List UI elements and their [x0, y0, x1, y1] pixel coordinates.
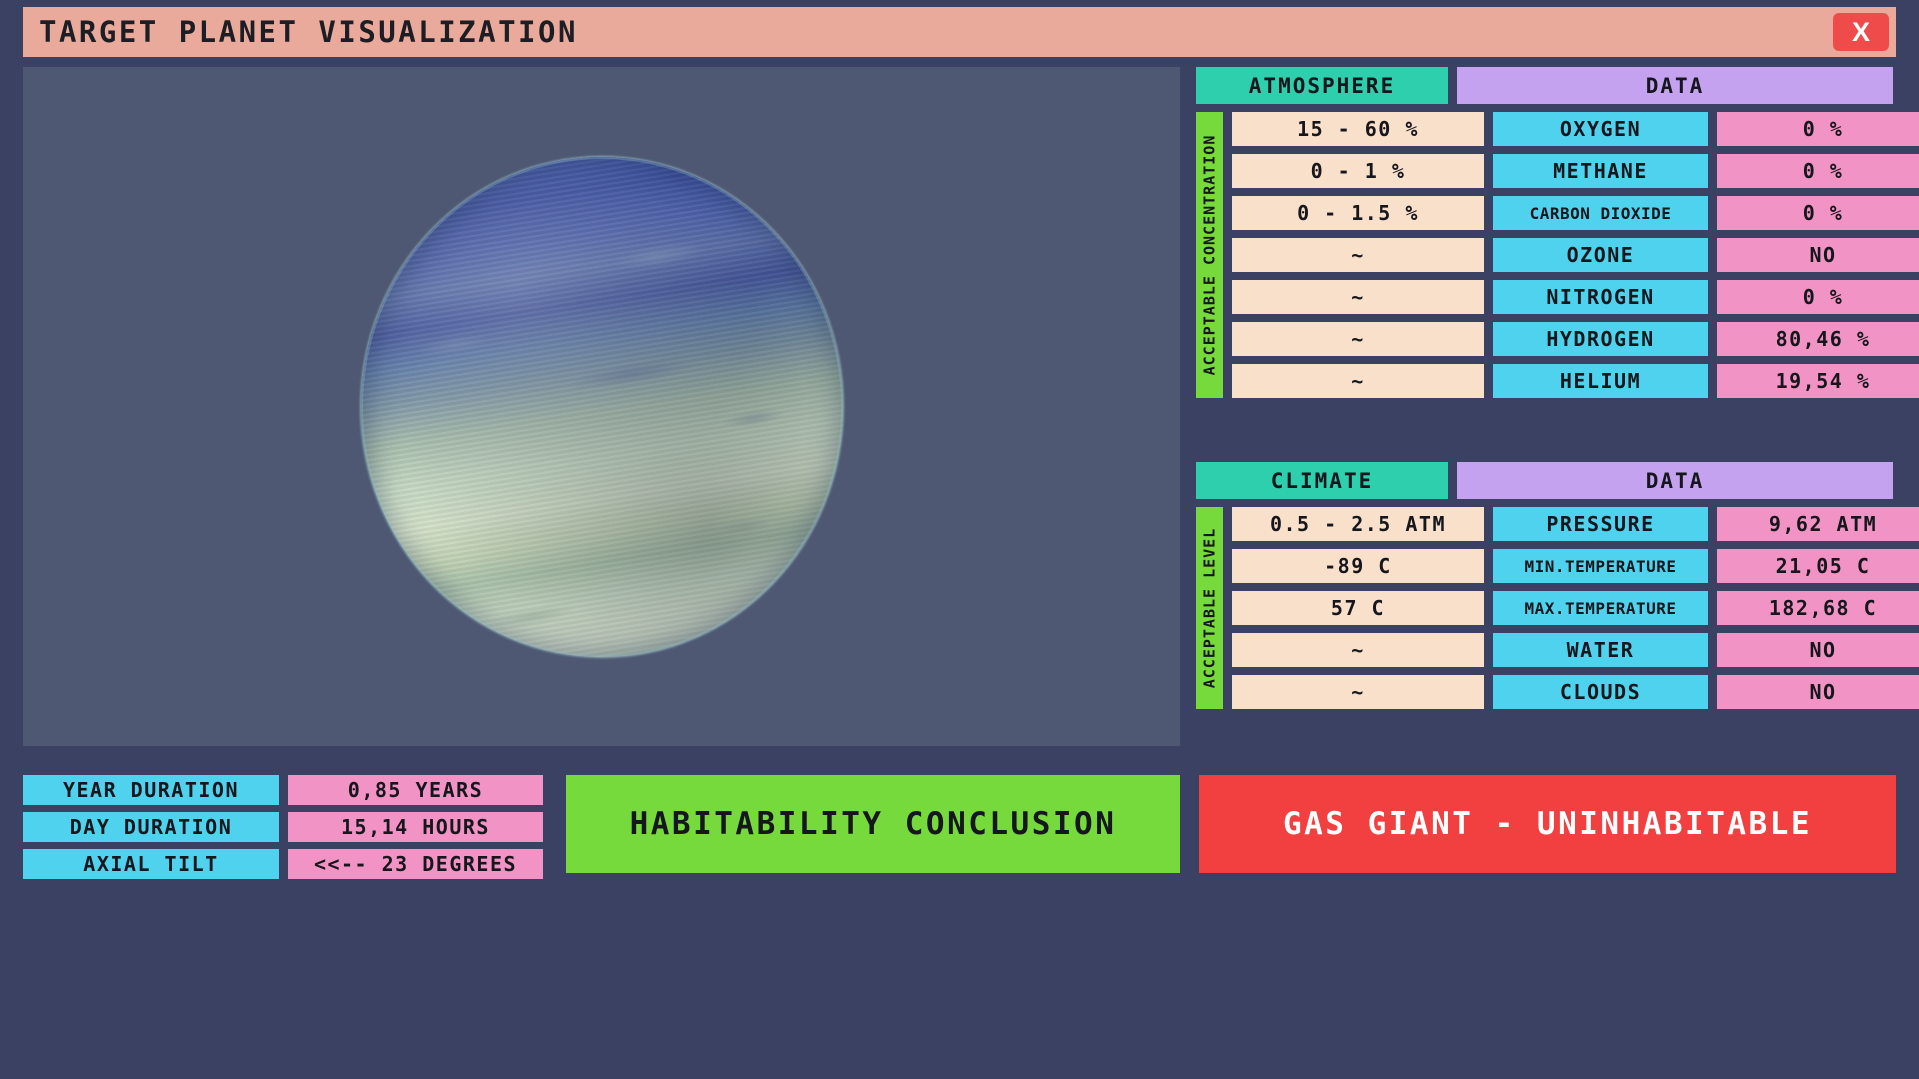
metric-name: WATER [1493, 633, 1708, 667]
atmosphere-table-body: ACCEPTABLE CONCENTRATION 15 - 60 % OXYGE… [1196, 112, 1919, 398]
acceptable-concentration-label: ACCEPTABLE CONCENTRATION [1196, 112, 1223, 398]
acceptable-value: 0 - 1 % [1232, 154, 1484, 188]
day-duration-value: 15,14 HOURS [288, 812, 543, 842]
page-title: TARGET PLANET VISUALIZATION [39, 15, 578, 49]
planet-sphere-icon [360, 156, 843, 657]
table-row: 15 - 60 % OXYGEN 0 % [1232, 112, 1919, 146]
acceptable-value: ~ [1232, 238, 1484, 272]
acceptable-value: 0 - 1.5 % [1232, 196, 1484, 230]
acceptable-value: 0.5 - 2.5 ATM [1232, 507, 1484, 541]
acceptable-value: ~ [1232, 364, 1484, 398]
climate-table-header: CLIMATE DATA [1196, 462, 1919, 499]
metric-value: 9,62 ATM [1717, 507, 1919, 541]
acceptable-value: 57 C [1232, 591, 1484, 625]
climate-data-header-label: DATA [1457, 462, 1893, 499]
acceptable-value: -89 C [1232, 549, 1484, 583]
gas-value: NO [1717, 238, 1919, 272]
gas-name: HYDROGEN [1493, 322, 1708, 356]
acceptable-value: ~ [1232, 633, 1484, 667]
metric-name: CLOUDS [1493, 675, 1708, 709]
gas-value: 19,54 % [1717, 364, 1919, 398]
day-duration-label: DAY DURATION [23, 812, 279, 842]
acceptable-value: ~ [1232, 322, 1484, 356]
gas-value: 0 % [1717, 112, 1919, 146]
climate-table: CLIMATE DATA ACCEPTABLE LEVEL 0.5 - 2.5 … [1196, 462, 1919, 709]
year-duration-label: YEAR DURATION [23, 775, 279, 805]
atmosphere-rows: 15 - 60 % OXYGEN 0 % 0 - 1 % METHANE 0 %… [1232, 112, 1919, 398]
close-button[interactable]: X [1833, 13, 1889, 51]
metric-value: NO [1717, 675, 1919, 709]
year-duration-value: 0,85 YEARS [288, 775, 543, 805]
metric-value: 182,68 C [1717, 591, 1919, 625]
metric-value: 21,05 C [1717, 549, 1919, 583]
climate-header-label: CLIMATE [1196, 462, 1448, 499]
gas-value: 0 % [1717, 154, 1919, 188]
list-item: AXIAL TILT <<-- 23 DEGREES [23, 849, 543, 879]
planet-viewport [23, 67, 1180, 746]
table-row: ~ CLOUDS NO [1232, 675, 1919, 709]
climate-rows: 0.5 - 2.5 ATM PRESSURE 9,62 ATM -89 C MI… [1232, 507, 1919, 709]
gas-name: OZONE [1493, 238, 1708, 272]
table-row: 0.5 - 2.5 ATM PRESSURE 9,62 ATM [1232, 507, 1919, 541]
metric-value: NO [1717, 633, 1919, 667]
atmosphere-data-header-label: DATA [1457, 67, 1893, 104]
table-row: ~ OZONE NO [1232, 238, 1919, 272]
table-row: 57 C MAX.TEMPERATURE 182,68 C [1232, 591, 1919, 625]
planet-limb-glow [361, 157, 843, 657]
gas-name: CARBON DIOXIDE [1493, 196, 1708, 230]
acceptable-value: ~ [1232, 280, 1484, 314]
axial-tilt-value: <<-- 23 DEGREES [288, 849, 543, 879]
table-row: 0 - 1.5 % CARBON DIOXIDE 0 % [1232, 196, 1919, 230]
gas-value: 0 % [1717, 280, 1919, 314]
gas-name: METHANE [1493, 154, 1708, 188]
metric-name: PRESSURE [1493, 507, 1708, 541]
table-row: ~ NITROGEN 0 % [1232, 280, 1919, 314]
acceptable-value: ~ [1232, 675, 1484, 709]
gas-value: 80,46 % [1717, 322, 1919, 356]
table-row: 0 - 1 % METHANE 0 % [1232, 154, 1919, 188]
table-row: ~ WATER NO [1232, 633, 1919, 667]
axial-tilt-label: AXIAL TILT [23, 849, 279, 879]
acceptable-value: 15 - 60 % [1232, 112, 1484, 146]
climate-table-body: ACCEPTABLE LEVEL 0.5 - 2.5 ATM PRESSURE … [1196, 507, 1919, 709]
gas-name: OXYGEN [1493, 112, 1708, 146]
window-title-bar: TARGET PLANET VISUALIZATION X [23, 7, 1896, 57]
list-item: DAY DURATION 15,14 HOURS [23, 812, 543, 842]
metric-name: MAX.TEMPERATURE [1493, 591, 1708, 625]
table-row: ~ HYDROGEN 80,46 % [1232, 322, 1919, 356]
gas-name: HELIUM [1493, 364, 1708, 398]
orbital-parameters-panel: YEAR DURATION 0,85 YEARS DAY DURATION 15… [23, 775, 543, 879]
gas-value: 0 % [1717, 196, 1919, 230]
habitability-verdict-badge: GAS GIANT - UNINHABITABLE [1199, 775, 1896, 873]
atmosphere-header-label: ATMOSPHERE [1196, 67, 1448, 104]
metric-name: MIN.TEMPERATURE [1493, 549, 1708, 583]
table-row: ~ HELIUM 19,54 % [1232, 364, 1919, 398]
atmosphere-table-header: ATMOSPHERE DATA [1196, 67, 1919, 104]
atmosphere-table: ATMOSPHERE DATA ACCEPTABLE CONCENTRATION… [1196, 67, 1919, 398]
list-item: YEAR DURATION 0,85 YEARS [23, 775, 543, 805]
acceptable-level-label: ACCEPTABLE LEVEL [1196, 507, 1223, 709]
gas-name: NITROGEN [1493, 280, 1708, 314]
habitability-conclusion-heading: HABITABILITY CONCLUSION [566, 775, 1180, 873]
table-row: -89 C MIN.TEMPERATURE 21,05 C [1232, 549, 1919, 583]
